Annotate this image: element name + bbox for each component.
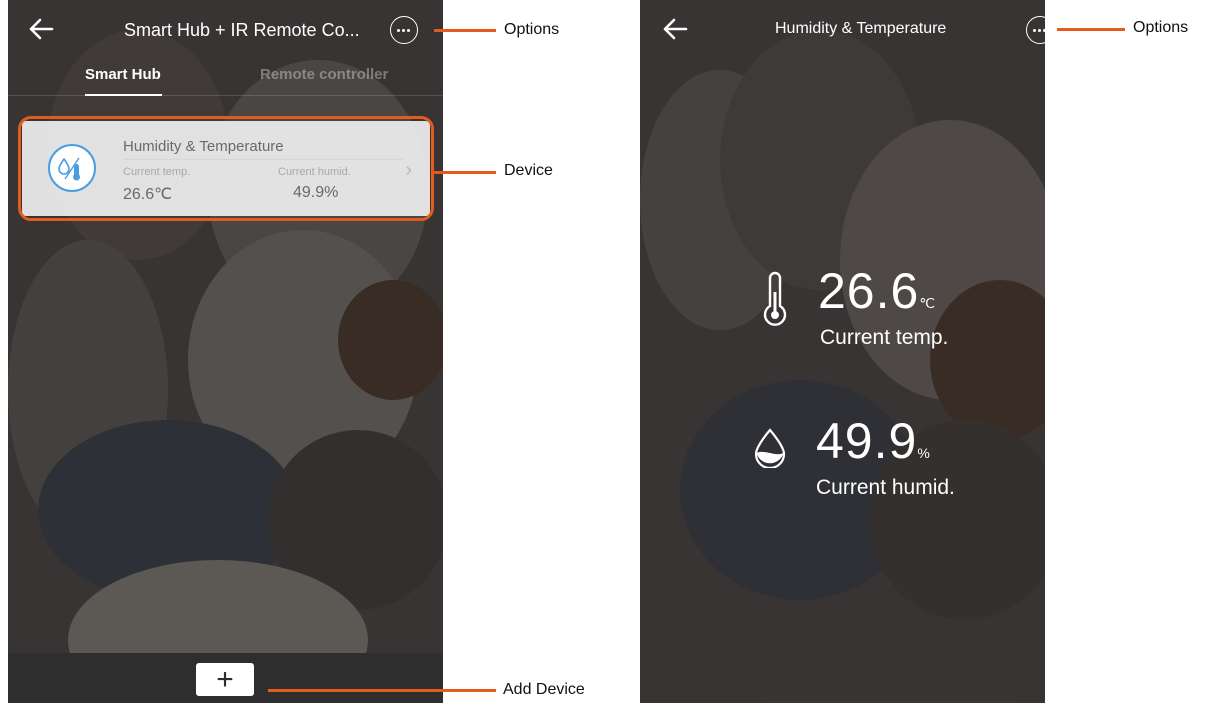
humidity-reading: 49.9%: [816, 412, 930, 470]
thermometer-icon: [763, 271, 787, 326]
humidity-unit: %: [917, 445, 930, 461]
page-title: Humidity & Temperature: [775, 20, 947, 37]
humidity-temperature-icon: [48, 144, 96, 192]
temperature-unit: ℃: [919, 295, 936, 311]
plus-icon: +: [216, 663, 234, 696]
options-right-callout-label: Options: [1133, 19, 1189, 36]
humid-value: 49.9%: [293, 184, 339, 201]
back-arrow-icon[interactable]: [660, 14, 690, 44]
active-tab-indicator: [85, 94, 162, 96]
water-drop-icon: [754, 428, 786, 468]
add-device-callout-label: Add Device: [503, 681, 585, 698]
card-divider: [123, 159, 403, 160]
options-callout-line: [434, 29, 496, 32]
temperature-label: Current temp.: [820, 326, 949, 349]
humid-label: Current humid.: [278, 166, 351, 178]
temp-label: Current temp.: [123, 166, 191, 178]
smart-hub-screen: Smart Hub + IR Remote Co... Smart Hub Re…: [8, 0, 443, 703]
temperature-value: 26.6: [818, 263, 920, 319]
device-name: Humidity & Temperature: [123, 138, 284, 155]
tab-smart-hub[interactable]: Smart Hub: [85, 66, 161, 83]
options-right-callout-line: [1057, 28, 1125, 31]
humidity-temperature-screen: Humidity & Temperature 26.6℃ Current tem…: [640, 0, 1045, 703]
temp-value: 26.6℃: [123, 186, 173, 203]
page-title: Smart Hub + IR Remote Co...: [124, 20, 360, 40]
more-options-icon[interactable]: [390, 16, 418, 44]
temperature-reading: 26.6℃: [818, 262, 935, 320]
add-device-callout-line: [268, 689, 496, 692]
chevron-right-icon: ›: [405, 159, 412, 181]
add-device-button[interactable]: +: [196, 663, 254, 696]
humidity-value: 49.9: [816, 413, 918, 469]
device-callout-label: Device: [504, 162, 553, 179]
humidity-label: Current humid.: [816, 476, 955, 499]
tab-remote-controller[interactable]: Remote controller: [260, 66, 388, 83]
device-callout-line: [434, 171, 496, 174]
device-card[interactable]: Humidity & Temperature Current temp. 26.…: [22, 121, 430, 216]
tab-divider: [8, 95, 443, 96]
options-callout-label: Options: [504, 21, 560, 38]
back-arrow-icon[interactable]: [26, 14, 56, 44]
